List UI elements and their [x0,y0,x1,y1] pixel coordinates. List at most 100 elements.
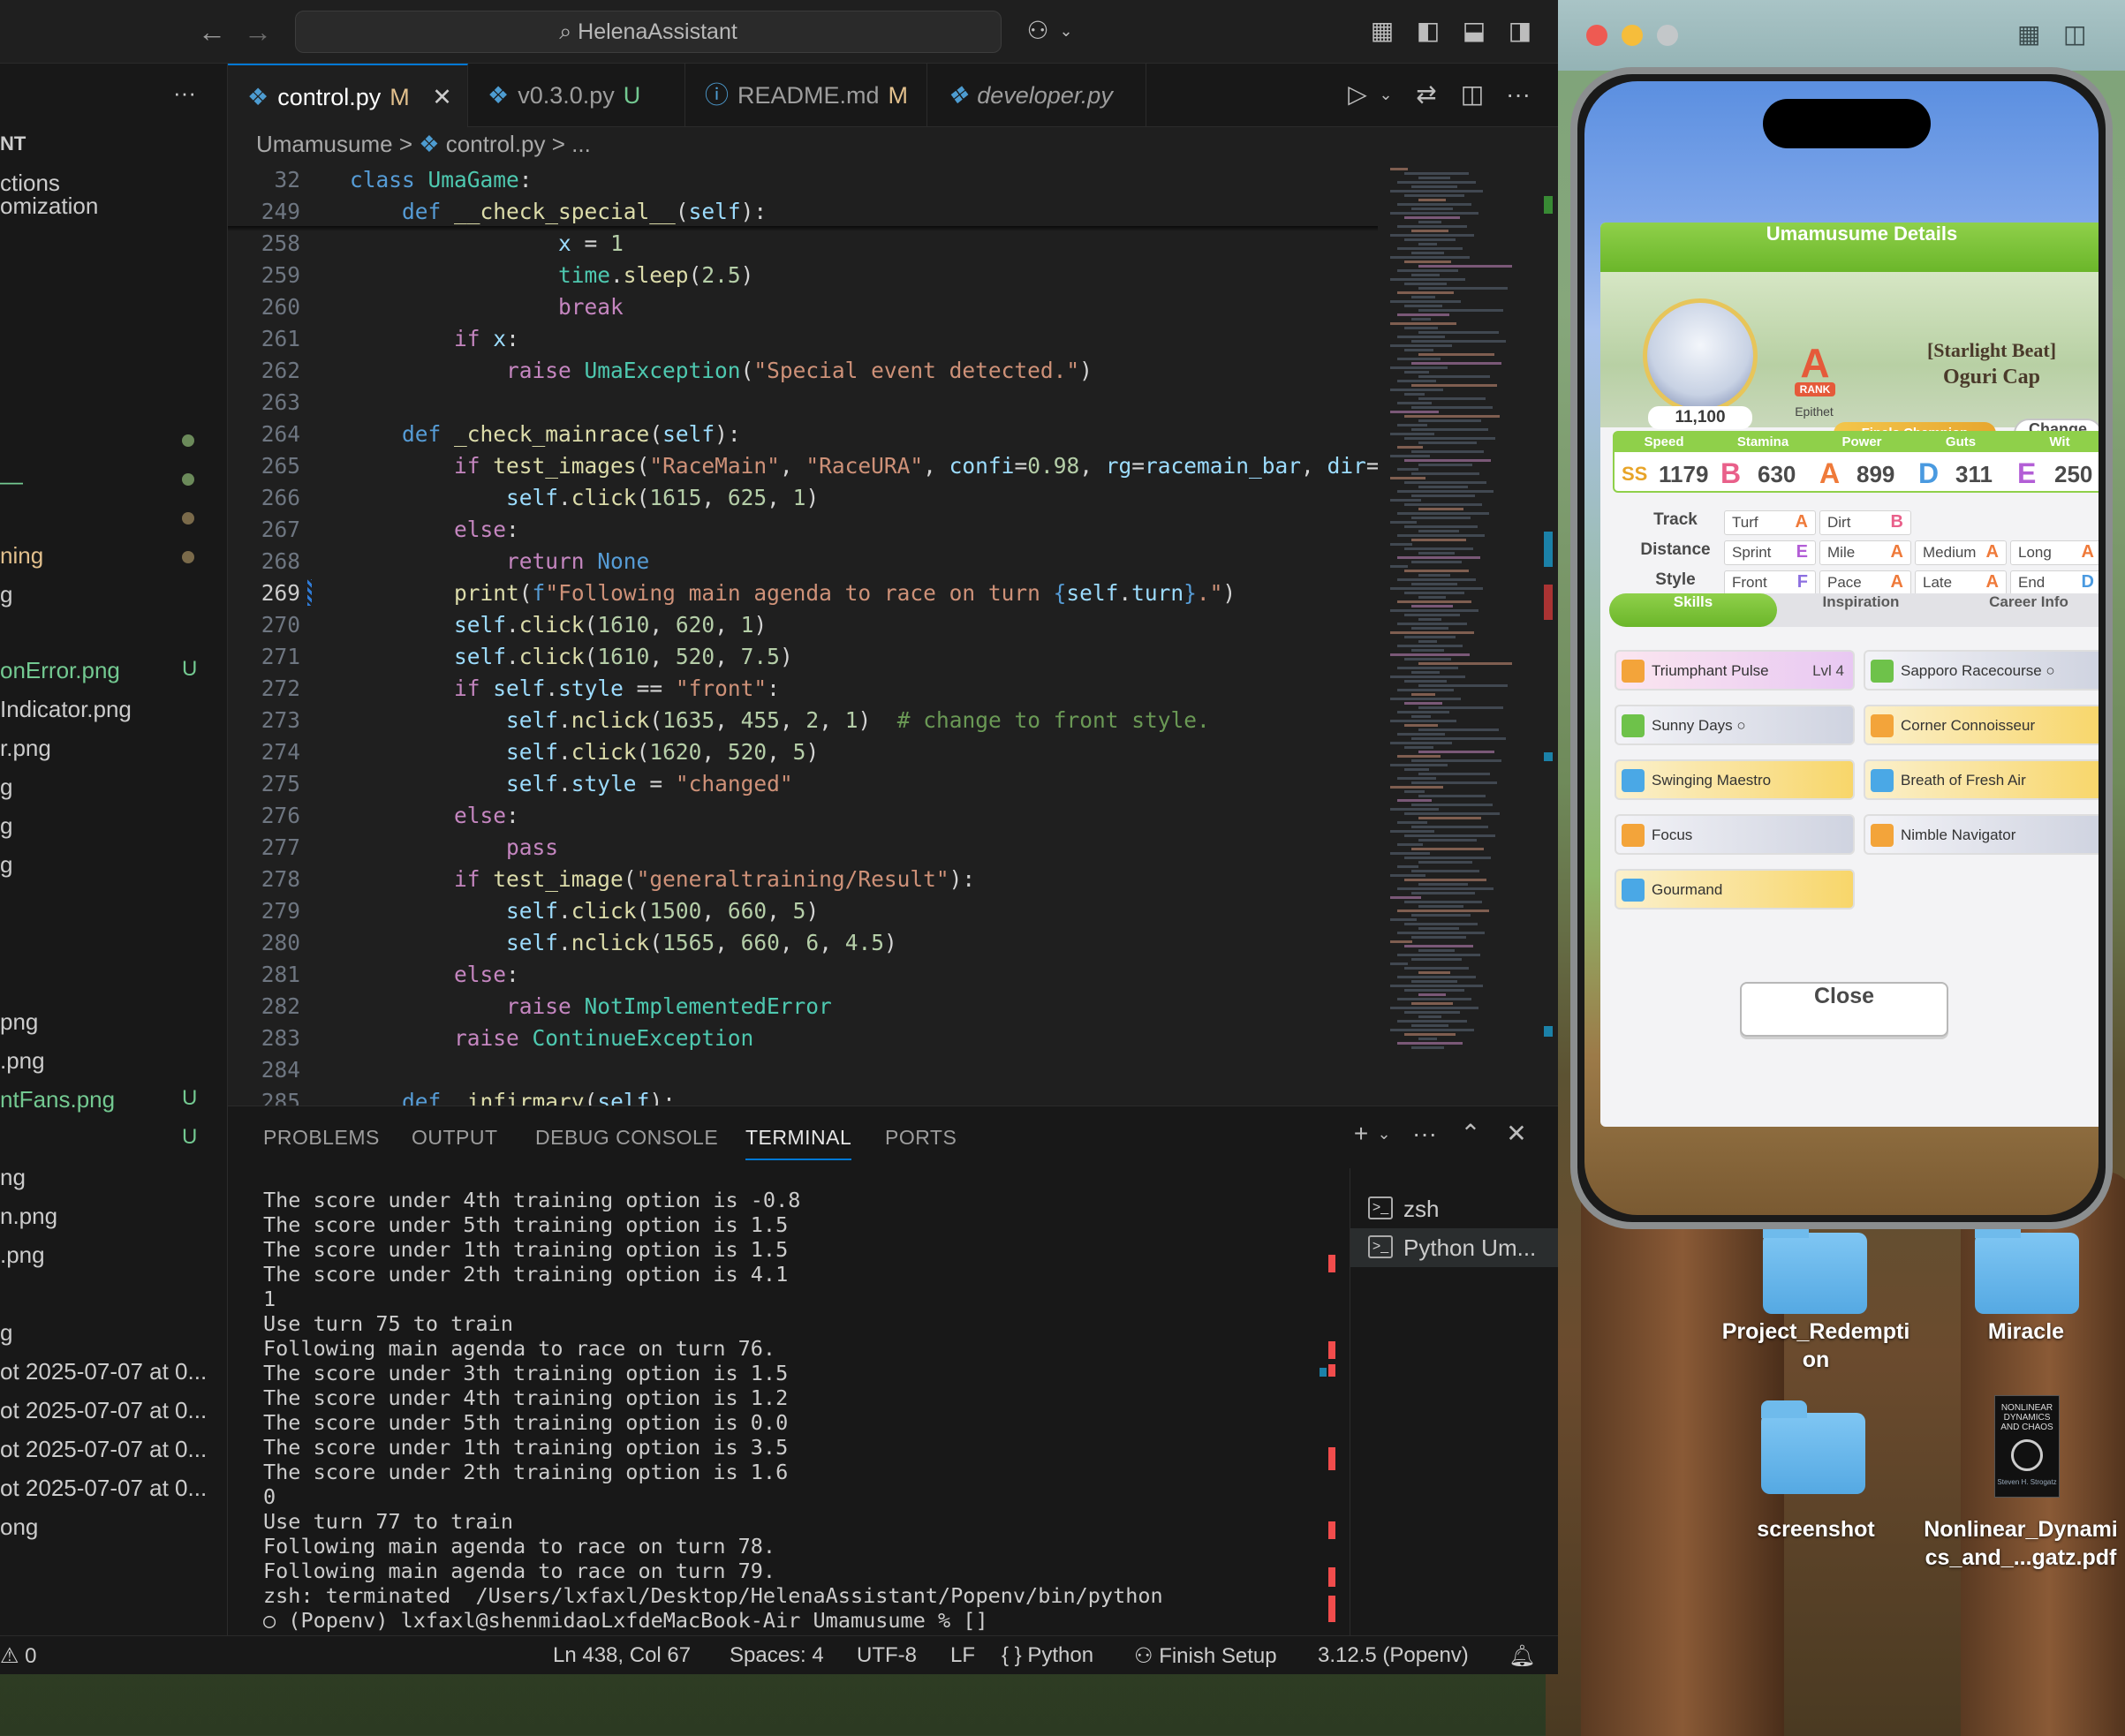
tab-debug-console[interactable]: DEBUG CONSOLE [535,1126,718,1150]
skill-card[interactable]: Breath of Fresh Air [1864,759,2099,800]
character-portrait[interactable] [1643,298,1758,413]
more-actions-icon[interactable]: ··· [1410,1119,1440,1149]
tab-readme-md[interactable]: ⓘ README.md M [685,64,927,127]
split-editor-icon[interactable]: ◫ [1457,79,1487,109]
terminal-output[interactable]: The score under 4th training option is -… [263,1188,1535,1633]
tab-skills[interactable]: Skills [1609,593,1777,627]
terminal-scrollbar[interactable] [1320,1168,1337,1622]
desktop-label-screenshot[interactable]: screenshot [1701,1515,1931,1544]
skill-card[interactable]: Sapporo Racecourse ○ [1864,650,2099,691]
sidebar-item[interactable]: g [0,581,12,608]
sidebar-item[interactable]: g [0,1319,12,1347]
close-button[interactable]: Close [1740,982,1948,1037]
more-actions-icon[interactable]: ··· [1503,79,1533,109]
toggle-sidebar-icon[interactable]: ◧ [1413,16,1443,46]
forward-arrow-icon[interactable]: → [244,16,272,49]
desktop-label-pdf[interactable]: Nonlinear_Dynami cs_and_...gatz.pdf [1915,1515,2125,1572]
cursor-position[interactable]: Ln 438, Col 67 [553,1643,691,1668]
more-actions-icon[interactable]: ··· [173,79,196,107]
code-editor[interactable]: 32 class UmaGame: 249 def __check_special… [228,164,1378,1106]
eol-status[interactable]: LF [950,1643,975,1668]
sidebar-item[interactable]: g [0,851,12,879]
close-panel-icon[interactable]: ✕ [1501,1119,1531,1149]
tab-developer-py[interactable]: ❖ developer.py [927,64,1146,127]
chevron-down-icon[interactable]: ⌄ [1371,79,1401,109]
copilot-icon[interactable]: ⚇ [1023,16,1053,46]
minimize-window-icon[interactable] [1622,25,1643,46]
sidebar-item[interactable]: ot 2025-07-07 at 0... [0,1358,207,1385]
minimap[interactable] [1378,164,1540,1106]
encoding-status[interactable]: UTF-8 [857,1643,917,1668]
skill-card[interactable]: Sunny Days ○ [1615,705,1855,745]
chevron-down-icon[interactable]: ⌄ [1051,16,1081,46]
sidebar-item[interactable]: ntFans.png [0,1086,115,1113]
app-grid-icon[interactable]: ▦ [2017,19,2040,49]
sidebar-item[interactable]: g [0,812,12,840]
terminal-session-python[interactable]: >_ Python Um... [1350,1228,1558,1267]
indentation-status[interactable]: Spaces: 4 [730,1643,824,1668]
toggle-panel-icon[interactable]: ⬓ [1459,16,1489,46]
editor-scrollbar[interactable] [1540,164,1558,1106]
customize-layout-icon[interactable]: ▦ [1367,16,1397,46]
maximize-panel-icon[interactable]: ⌃ [1456,1119,1486,1149]
sidebar-toggle-icon[interactable]: ◫ [2063,19,2086,49]
sidebar-section-header[interactable]: NT [0,132,26,155]
folder-icon-miracle[interactable] [1975,1220,2079,1314]
back-arrow-icon[interactable]: ← [198,16,226,49]
phone-screen[interactable]: Umamusume Details 11,100 A RANK Epithet … [1584,81,2099,1215]
tab-career-info[interactable]: Career Info [1945,593,2099,627]
sidebar-item[interactable]: g [0,774,12,801]
sidebar-item[interactable]: ong [0,1513,38,1541]
close-window-icon[interactable] [1586,25,1607,46]
skill-card[interactable]: Swinging Maestro [1615,759,1855,800]
pdf-thumbnail-icon[interactable]: NONLINEAR DYNAMICS AND CHAOS Steven H. S… [1994,1395,2060,1498]
sidebar-item[interactable]: omization [0,192,98,220]
epithet-label[interactable]: Epithet [1773,404,1855,419]
sidebar-item[interactable]: Indicator.png [0,696,132,723]
zoom-window-icon[interactable] [1657,25,1678,46]
tab-ports[interactable]: PORTS [885,1126,957,1150]
folder-icon-project-redemption[interactable] [1763,1220,1867,1314]
compare-changes-icon[interactable]: ⇄ [1411,79,1441,109]
command-center-search[interactable]: ⌕ HelenaAssistant [295,11,1002,53]
desktop-label-miracle[interactable]: Miracle [1911,1317,2125,1346]
desktop-label-project-redemption[interactable]: Project_Redempti on [1701,1317,1931,1374]
skill-card[interactable]: Triumphant Pulse Lvl 4 [1615,650,1855,691]
tab-problems[interactable]: PROBLEMS [263,1126,380,1150]
run-icon[interactable]: ▷ [1342,79,1373,109]
terminal-session-zsh[interactable]: >_ zsh [1350,1189,1558,1228]
tab-v030-py[interactable]: ❖ v0.3.0.py U [468,64,685,127]
tab-control-py[interactable]: ❖ control.py M ✕ [228,64,468,127]
tab-output[interactable]: OUTPUT [412,1126,498,1150]
bell-icon[interactable]: 🔔︎ [1509,1643,1535,1669]
close-icon[interactable]: ✕ [432,84,452,110]
sidebar-item[interactable]: .png [0,1242,45,1269]
sidebar-item[interactable]: n.png [0,1203,57,1230]
sidebar-item[interactable]: r.png [0,735,51,762]
folder-icon-screenshot[interactable] [1761,1400,1865,1494]
skill-card[interactable]: Nimble Navigator [1864,814,2099,855]
finish-setup[interactable]: ⚇ Finish Setup [1134,1643,1277,1669]
sidebar-item[interactable]: — [0,468,23,495]
tab-inspiration[interactable]: Inspiration [1777,593,1945,627]
minimap-line [1418,640,1437,643]
sidebar-item[interactable]: ot 2025-07-07 at 0... [0,1475,207,1502]
title-bar: ← → ⌕ HelenaAssistant ⚇ ⌄ ▦ ◧ ⬓ ◨ [0,0,1558,64]
skill-card[interactable]: Focus [1615,814,1855,855]
sidebar-item[interactable]: ot 2025-07-07 at 0... [0,1436,207,1463]
sidebar-item[interactable]: png [0,1008,38,1036]
sidebar-item[interactable]: ot 2025-07-07 at 0... [0,1397,207,1424]
tab-terminal[interactable]: TERMINAL [745,1126,852,1160]
skill-card[interactable]: Corner Connoisseur [1864,705,2099,745]
problems-status[interactable]: ⚠ 0 [0,1643,37,1669]
sidebar-item[interactable]: ng [0,1164,26,1191]
sidebar-item[interactable]: .png [0,1047,45,1075]
code-line: 258 x = 1 [261,230,624,256]
sidebar-item[interactable]: ning [0,542,43,570]
chevron-down-icon[interactable]: ⌄ [1369,1119,1399,1149]
toggle-secondary-sidebar-icon[interactable]: ◨ [1505,16,1535,46]
sidebar-item[interactable]: onError.png [0,657,120,684]
python-interpreter[interactable]: 3.12.5 (Popenv) [1318,1643,1469,1668]
language-mode[interactable]: { } Python [1002,1643,1093,1668]
skill-card[interactable]: Gourmand [1615,869,1855,910]
